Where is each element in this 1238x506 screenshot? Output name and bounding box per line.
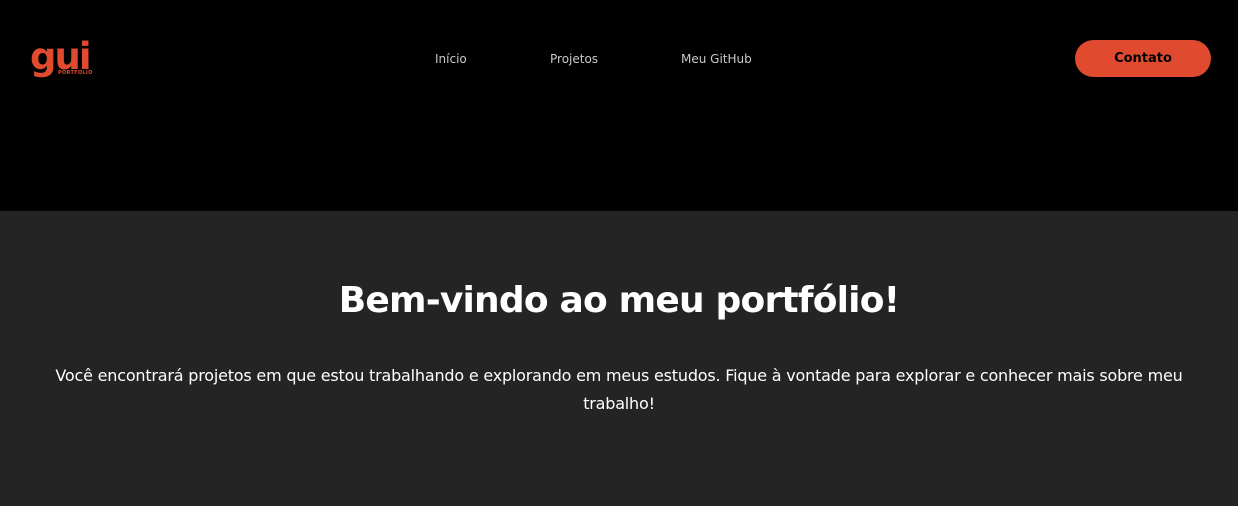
hero-title: Bem-vindo ao meu portfólio! xyxy=(338,280,900,321)
nav-link-inicio[interactable]: Início xyxy=(435,51,467,67)
hero-section: Bem-vindo ao meu portfólio! Você encontr… xyxy=(0,211,1238,506)
site-header: gui PORTFÓLIO Início Projetos Meu GitHub… xyxy=(0,0,1238,211)
hero-description: Você encontrará projetos em que estou tr… xyxy=(55,366,1183,413)
logo-subtitle: PORTFÓLIO xyxy=(58,70,93,76)
contact-button[interactable]: Contato xyxy=(1075,40,1211,77)
main-nav: Início Projetos Meu GitHub xyxy=(0,51,1238,67)
nav-link-projetos[interactable]: Projetos xyxy=(550,51,598,67)
nav-link-github[interactable]: Meu GitHub xyxy=(681,51,752,67)
